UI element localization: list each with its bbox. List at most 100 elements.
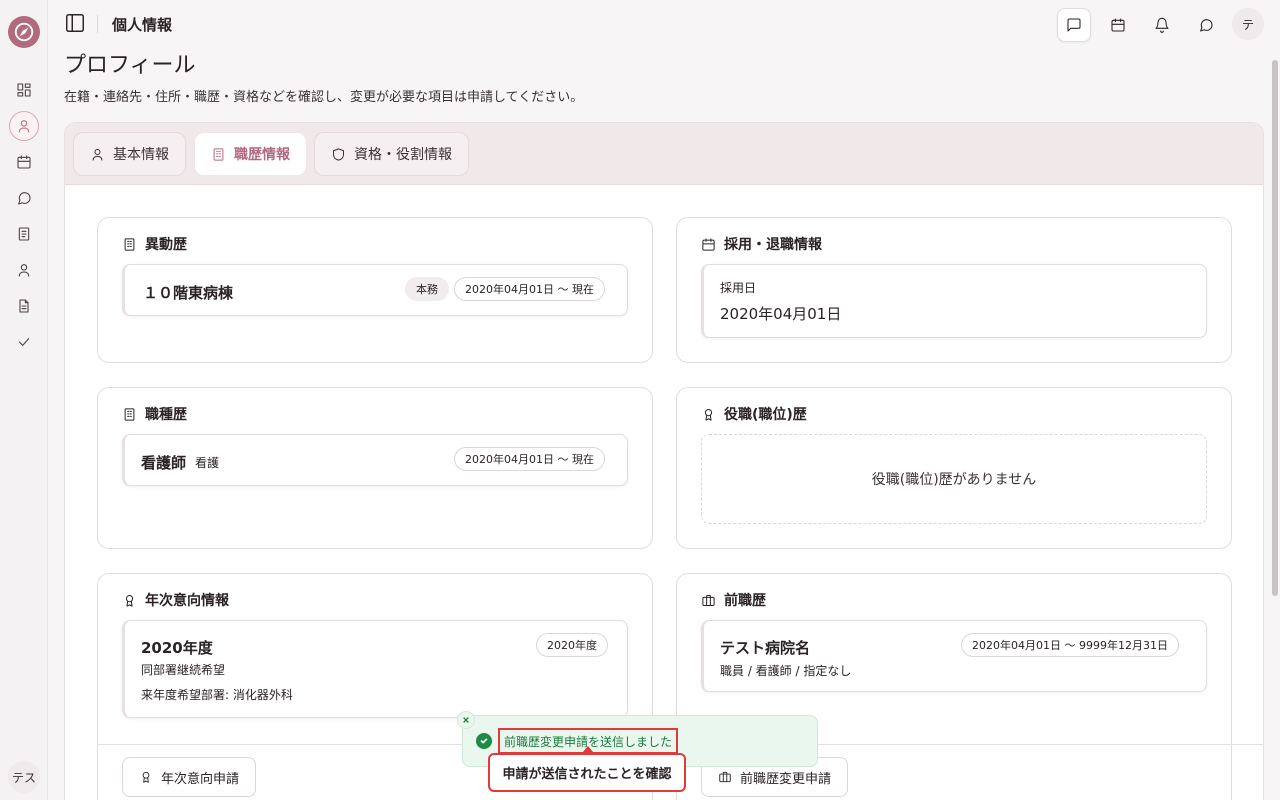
tab-basic-info[interactable]: 基本情報 [73, 132, 186, 176]
calendar-icon [702, 237, 715, 251]
card-header: 採用・退職情報 [701, 234, 822, 254]
calendar-button[interactable] [1101, 8, 1135, 42]
card-title: 異動歴 [145, 237, 187, 253]
compass-icon [14, 22, 34, 42]
card-header: 異動歴 [122, 234, 187, 254]
assignment-tag: 本務 [405, 277, 449, 301]
sidebar-item-calendar[interactable] [9, 147, 39, 177]
job-category: 看護 [195, 456, 220, 470]
check-circle-icon [476, 733, 492, 749]
topbar: 個人情報 テ [48, 0, 1280, 48]
award-icon [142, 771, 150, 783]
tab-bar: 基本情報 職歴情報 資格・役割情報 [65, 123, 1263, 185]
toast-close-button[interactable] [457, 711, 475, 729]
sidebar-item-chat[interactable] [9, 183, 39, 213]
tab-label: 職歴情報 [234, 147, 290, 163]
page-description: 在籍・連絡先・住所・職歴・資格などを確認し、変更が必要な項目は申請してください。 [64, 90, 584, 105]
book-icon [18, 227, 30, 241]
tab-label: 資格・役割情報 [354, 147, 452, 163]
close-icon [463, 717, 469, 723]
tab-qualification-info[interactable]: 資格・役割情報 [314, 132, 469, 176]
sidebar-item-profile[interactable] [9, 111, 39, 141]
bell-icon [1155, 17, 1169, 33]
dashboard-icon [17, 83, 31, 97]
previous-job-detail: 職員 / 看護師 / 指定なし [720, 664, 852, 678]
sidebar-panel-icon [66, 14, 84, 32]
sidebar: テス [0, 0, 48, 800]
annual-intention-request-button[interactable]: 年次意向申請 [122, 757, 257, 797]
position-history-empty: 役職(職位)歴がありません [701, 434, 1207, 524]
award-icon [704, 408, 713, 421]
briefcase-icon [702, 594, 715, 606]
shield-icon [333, 147, 344, 161]
card-title: 年次意向情報 [145, 593, 229, 609]
card-header: 役職(職位)歴 [701, 404, 807, 424]
message-square-icon [1067, 18, 1081, 32]
transfer-entry: １０階東病棟 本務 2020年04月01日 〜 現在 [122, 264, 628, 316]
document-icon [19, 299, 29, 313]
tab-career-info[interactable]: 職歴情報 [194, 132, 307, 176]
chat-icon [1200, 19, 1213, 32]
intention-wish: 同部署継続希望 [141, 663, 226, 677]
card-title: 前職歴 [724, 593, 766, 609]
award-icon [125, 594, 134, 607]
hire-date-box: 採用日 2020年04月01日 [701, 264, 1207, 338]
annual-intention-entry: 2020年度 2020年度 同部署継続希望 来年度希望部署: 消化器外科 [122, 620, 628, 718]
sidebar-item-dashboard[interactable] [9, 75, 39, 105]
user-icon [18, 120, 30, 133]
sidebar-item-book[interactable] [9, 219, 39, 249]
sidebar-toggle-button[interactable] [64, 12, 86, 34]
notifications-button[interactable] [1145, 8, 1179, 42]
button-label: 前職歴変更申請 [740, 771, 832, 787]
year-badge: 2020年度 [536, 633, 608, 657]
tab-label: 基本情報 [113, 147, 169, 163]
check-icon [18, 338, 30, 346]
page-breadcrumb-title: 個人情報 [112, 16, 173, 34]
previous-hospital-name: テスト病院名 [720, 639, 811, 657]
sidebar-item-check[interactable] [9, 327, 39, 357]
user-avatar[interactable]: テス [8, 761, 40, 793]
hire-date-value: 2020年04月01日 [720, 305, 842, 323]
user-icon [92, 148, 103, 161]
building-icon [124, 407, 135, 421]
app-logo[interactable] [8, 16, 40, 48]
button-label: 年次意向申請 [161, 771, 240, 787]
calendar-icon [1111, 18, 1125, 32]
page-title: プロフィール [64, 53, 196, 78]
transfer-history-card: 異動歴 １０階東病棟 本務 2020年04月01日 〜 現在 [97, 217, 653, 363]
confirm-submission-button[interactable]: 申請が送信されたことを確認 [488, 753, 686, 792]
scrollbar[interactable] [1272, 60, 1278, 596]
intention-year: 2020年度 [141, 639, 213, 657]
card-title: 採用・退職情報 [724, 237, 822, 253]
chat-button[interactable] [1189, 8, 1223, 42]
hire-date-label: 採用日 [720, 281, 757, 295]
person-icon [18, 264, 30, 277]
header-avatar[interactable]: テ [1232, 8, 1264, 40]
job-type-entry: 看護師 看護 2020年04月01日 〜 現在 [122, 434, 628, 486]
building-icon [213, 147, 224, 161]
building-icon [124, 237, 135, 251]
sidebar-item-person[interactable] [9, 255, 39, 285]
chat-icon [18, 192, 31, 205]
period-badge: 2020年04月01日 〜 9999年12月31日 [961, 633, 1179, 657]
employment-card: 採用・退職情報 採用日 2020年04月01日 [676, 217, 1232, 363]
position-history-card: 役職(職位)歴 役職(職位)歴がありません [676, 387, 1232, 549]
messages-button[interactable] [1057, 8, 1091, 42]
job-type-history-card: 職種歴 看護師 看護 2020年04月01日 〜 現在 [97, 387, 653, 549]
sidebar-item-document[interactable] [9, 291, 39, 321]
calendar-icon [17, 155, 31, 169]
card-header: 年次意向情報 [122, 590, 229, 610]
profile-panel: 基本情報 職歴情報 資格・役割情報 異動歴 １０階東病棟 本務 2020年04月… [64, 122, 1264, 800]
divider [97, 15, 98, 33]
period-badge: 2020年04月01日 〜 現在 [454, 277, 605, 301]
briefcase-icon [719, 771, 731, 783]
previous-job-entry: テスト病院名 2020年04月01日 〜 9999年12月31日 職員 / 看護… [701, 620, 1207, 692]
period-badge: 2020年04月01日 〜 現在 [454, 447, 605, 471]
card-header: 前職歴 [701, 590, 766, 610]
ward-name: １０階東病棟 [143, 284, 234, 302]
next-department: 来年度希望部署: 消化器外科 [141, 688, 293, 702]
card-header: 職種歴 [122, 404, 187, 424]
job-type-name: 看護師 [141, 454, 187, 472]
card-title: 役職(職位)歴 [724, 407, 807, 423]
callout-pointer [582, 746, 594, 753]
